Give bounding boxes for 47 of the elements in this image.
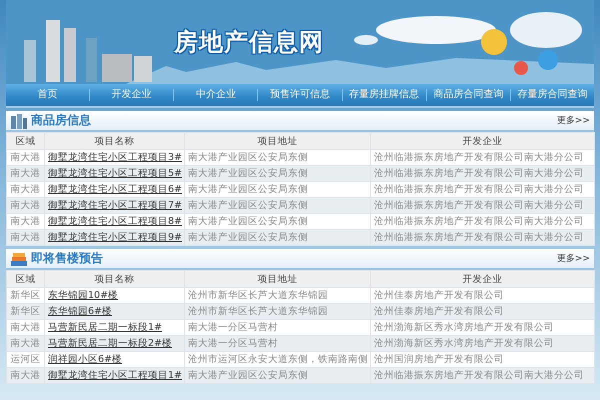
- more-link[interactable]: 更多>>: [556, 114, 590, 127]
- table-cell: 沧州佳泰房地产开发有限公司: [370, 304, 594, 320]
- section-title: 商品房信息: [31, 112, 91, 129]
- table-cell: 南大港: [6, 166, 44, 182]
- table-cell: 南大港: [6, 230, 44, 246]
- project-link[interactable]: 御墅龙湾住宅小区工程项目5#: [48, 168, 182, 179]
- column-header: 开发企业: [370, 270, 594, 288]
- table-cell: 沧州临港振东房地产开发有限公司南大港分公司: [370, 198, 594, 214]
- column-header: 项目名称: [44, 132, 184, 150]
- nav-link[interactable]: 商品房合同查询: [426, 89, 510, 101]
- table-cell: 南大港产业园区公安局东侧: [184, 198, 370, 214]
- table-cell: 南大港: [6, 336, 44, 352]
- table-cell: 南大港产业园区公安局东侧: [184, 166, 370, 182]
- table-cell: 新华区: [6, 304, 44, 320]
- table-cell: 南大港: [6, 368, 44, 384]
- table-cell: 南大港产业园区公安局东侧: [184, 230, 370, 246]
- project-link[interactable]: 御墅龙湾住宅小区工程项目7#: [48, 200, 182, 211]
- table-cell: 沧州市新华区长芦大道东华锦园: [184, 304, 370, 320]
- table-cell: 沧州临港振东房地产开发有限公司南大港分公司: [370, 230, 594, 246]
- site-title: 房地产信息网: [174, 27, 324, 58]
- column-header: 项目名称: [44, 270, 184, 288]
- table-cell: 沧州渤海新区秀水湾房地产开发有限公司: [370, 336, 594, 352]
- column-header: 项目地址: [184, 270, 370, 288]
- project-link[interactable]: 御墅龙湾住宅小区工程项目1#: [48, 370, 182, 381]
- column-header: 项目地址: [184, 132, 370, 150]
- table-cell: 南大港一分区马营村: [184, 336, 370, 352]
- project-link[interactable]: 马营新民居二期一标段2#楼: [48, 338, 172, 349]
- project-link[interactable]: 马营新民居二期一标段1#: [48, 322, 162, 333]
- nav-link[interactable]: 首页: [6, 89, 90, 101]
- project-link[interactable]: 御墅龙湾住宅小区工程项目9#: [48, 232, 182, 243]
- buildings-icon: [10, 112, 28, 128]
- table-cell: 南大港: [6, 198, 44, 214]
- column-header: 区域: [6, 132, 44, 150]
- project-link[interactable]: 润祥园小区6#楼: [48, 354, 122, 365]
- column-header: 区域: [6, 270, 44, 288]
- project-link[interactable]: 东华锦园10#楼: [48, 290, 118, 301]
- column-header: 开发企业: [370, 132, 594, 150]
- project-link[interactable]: 御墅龙湾住宅小区工程项目8#: [48, 216, 182, 227]
- project-link[interactable]: 御墅龙湾住宅小区工程项目3#: [48, 152, 182, 163]
- table-cell: 沧州临港振东房地产开发有限公司南大港分公司: [370, 166, 594, 182]
- project-link[interactable]: 御墅龙湾住宅小区工程项目6#: [48, 184, 182, 195]
- table-cell: 南大港产业园区公安局东侧: [184, 368, 370, 384]
- section-title: 即将售楼预告: [31, 250, 103, 267]
- project-link[interactable]: 东华锦园6#楼: [48, 306, 112, 317]
- books-icon: [10, 250, 28, 266]
- more-link[interactable]: 更多>>: [556, 252, 590, 265]
- table-cell: 沧州临港振东房地产开发有限公司南大港分公司: [370, 368, 594, 384]
